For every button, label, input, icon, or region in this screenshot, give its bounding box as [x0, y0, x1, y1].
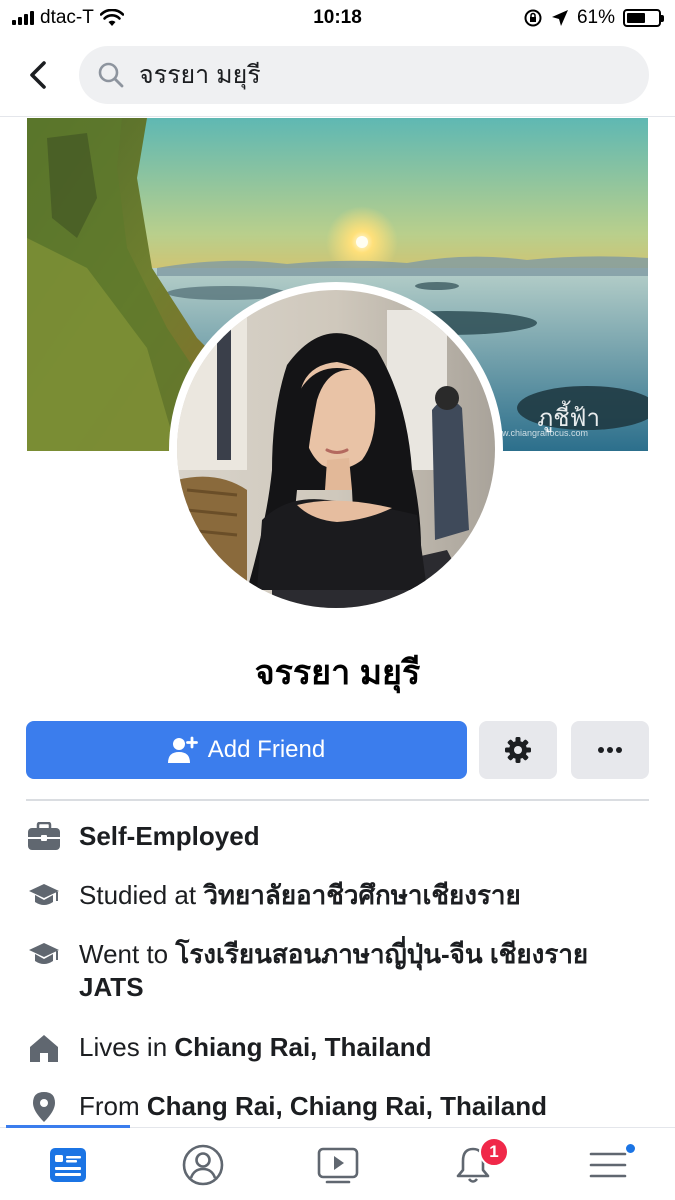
news-feed-icon	[49, 1147, 86, 1182]
battery-percent: 61%	[576, 7, 615, 28]
carrier-label: dtac-T	[40, 7, 94, 28]
video-play-icon	[317, 1147, 358, 1183]
more-dots-icon	[598, 747, 622, 753]
info-work: Self-Employed	[26, 820, 656, 853]
battery-fill	[627, 13, 646, 23]
studied-prefix: Studied at	[79, 880, 204, 910]
status-left: dtac-T	[12, 7, 124, 29]
add-friend-icon	[167, 736, 198, 763]
wifi-icon	[99, 9, 124, 26]
search-header: จรรยา มยุรี	[0, 44, 675, 106]
location-arrow-icon	[551, 10, 568, 26]
search-query: จรรยา มยุรี	[139, 61, 261, 89]
notification-badge: 1	[479, 1137, 509, 1167]
search-input[interactable]: จรรยา มยุรี	[79, 46, 649, 104]
add-friend-button[interactable]: Add Friend	[26, 721, 467, 779]
work-text: Self-Employed	[79, 821, 260, 851]
rotation-lock-icon	[524, 9, 542, 27]
studied-place-link[interactable]: วิทยาลัยอาชีวศึกษาเชียงราย	[203, 880, 520, 910]
section-divider	[26, 799, 649, 801]
graduation-cap-icon	[26, 938, 62, 971]
info-lives-in: Lives in Chiang Rai, Thailand	[26, 1031, 656, 1064]
search-icon	[98, 62, 124, 88]
nav-news-feed[interactable]	[0, 1128, 135, 1200]
menu-notification-dot	[624, 1142, 637, 1155]
status-right: 61%	[523, 7, 664, 29]
info-from: From Chang Rai, Chiang Rai, Thailand	[26, 1090, 656, 1123]
graduation-cap-icon	[26, 879, 62, 912]
signal-icon	[12, 11, 34, 25]
went-prefix: Went to	[79, 939, 176, 969]
info-studied: Studied at วิทยาลัยอาชีวศึกษาเชียงราย	[26, 879, 656, 912]
avatar-image	[177, 290, 495, 608]
lives-prefix: Lives in	[79, 1032, 175, 1062]
home-icon	[26, 1031, 62, 1064]
header-divider	[0, 116, 675, 117]
profile-name: จรรยา มยุรี	[254, 654, 421, 692]
profile-picture[interactable]	[169, 282, 503, 616]
battery-icon	[623, 9, 664, 27]
chevron-left-icon	[30, 61, 46, 89]
from-prefix: From	[79, 1091, 147, 1121]
add-friend-label: Add Friend	[207, 736, 326, 763]
cover-watermark-url: www.chiangraifocus.com	[488, 428, 588, 438]
info-went-to: Went to โรงเรียนสอนภาษาญี่ปุ่น-จีน เชียง…	[26, 938, 656, 1004]
nav-menu[interactable]	[540, 1128, 675, 1200]
from-place-link[interactable]: Chang Rai, Chiang Rai, Thailand	[147, 1091, 547, 1121]
lives-place-link[interactable]: Chiang Rai, Thailand	[174, 1032, 431, 1062]
more-options-button[interactable]	[571, 721, 649, 779]
nav-notifications[interactable]: 1	[405, 1128, 540, 1200]
nav-profile[interactable]	[135, 1128, 270, 1200]
hamburger-menu-icon	[589, 1152, 626, 1177]
briefcase-icon	[26, 820, 62, 853]
gear-icon	[505, 737, 531, 763]
nav-watch[interactable]	[270, 1128, 405, 1200]
back-button[interactable]	[8, 45, 68, 105]
location-pin-icon	[26, 1090, 62, 1123]
status-bar: dtac-T 10:18 61%	[0, 0, 675, 36]
profile-icon	[182, 1144, 223, 1185]
profile-settings-button[interactable]	[479, 721, 557, 779]
bottom-nav: 1	[0, 1125, 675, 1200]
